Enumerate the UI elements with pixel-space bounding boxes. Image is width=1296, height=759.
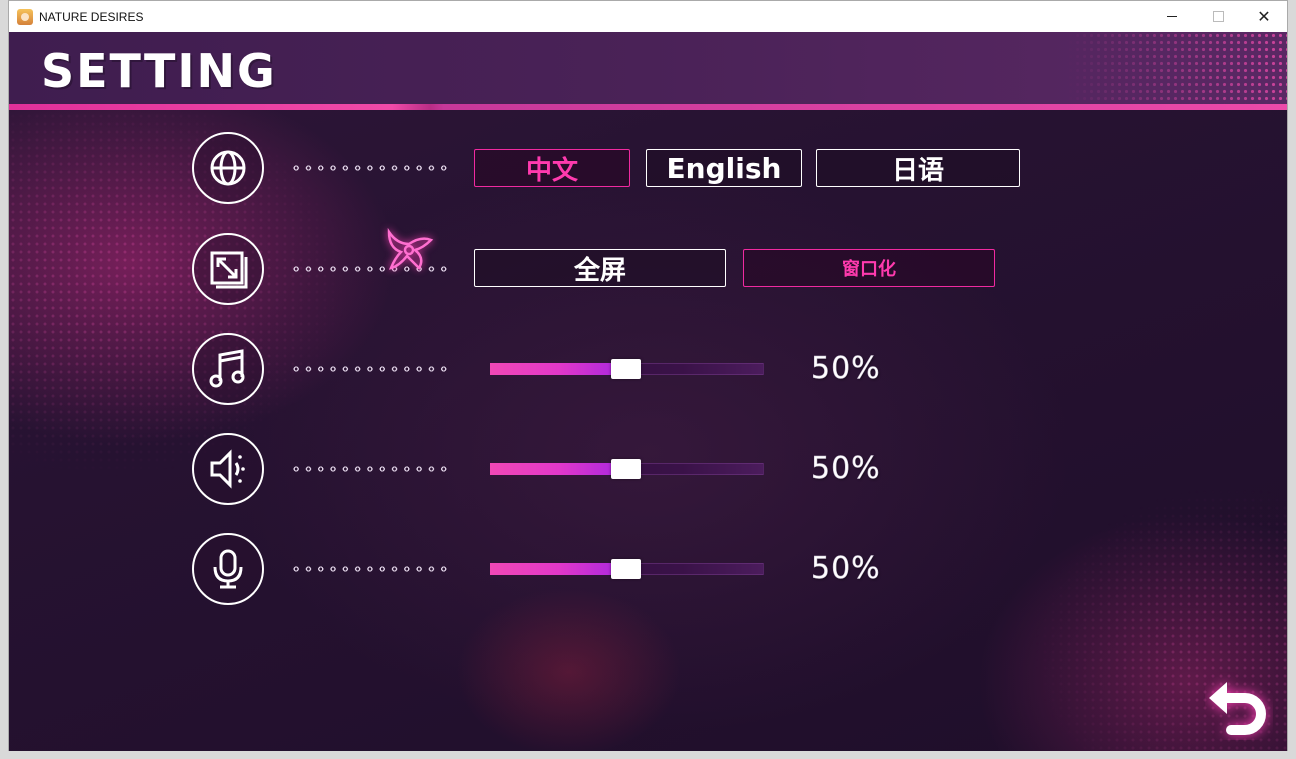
slider-fill: [490, 363, 627, 375]
slider-thumb[interactable]: [611, 459, 641, 479]
music-volume-slider[interactable]: [490, 359, 764, 379]
music-volume-label: 50%: [811, 351, 881, 387]
dotted-separator: [290, 466, 450, 472]
voice-volume-value: 50%: [811, 551, 881, 587]
language-chinese-button[interactable]: 中文: [474, 149, 630, 187]
app-window: NATURE DESIRES ✕ SETTING 中文 English 日语 全…: [8, 0, 1288, 751]
music-volume-value: 50%: [811, 351, 881, 387]
sound-volume-slider[interactable]: [490, 459, 764, 479]
dotted-separator: [290, 366, 450, 372]
fullscreen-button[interactable]: 全屏: [474, 249, 726, 287]
speaker-icon: [192, 433, 264, 505]
dotted-separator: [290, 566, 450, 572]
slider-fill: [490, 463, 627, 475]
header-bar: SETTING: [9, 32, 1287, 104]
header-divider: [9, 104, 1287, 110]
minimize-button[interactable]: [1149, 1, 1195, 32]
language-english-button[interactable]: English: [646, 149, 802, 187]
voice-volume-label: 50%: [811, 551, 881, 587]
back-arrow-icon[interactable]: [1205, 672, 1273, 740]
sound-volume-value: 50%: [811, 451, 881, 487]
slider-thumb[interactable]: [611, 559, 641, 579]
globe-icon: [192, 132, 264, 204]
settings-screen: SETTING 中文 English 日语 全屏 窗口化 50% 50% 50%: [9, 32, 1287, 751]
resize-icon: [192, 233, 264, 305]
window-title: NATURE DESIRES: [39, 9, 144, 24]
maximize-button[interactable]: [1195, 1, 1241, 32]
dotted-separator: [290, 165, 450, 171]
ornament-flower-icon: [387, 227, 434, 271]
close-icon: ✕: [1257, 6, 1271, 26]
windowed-button[interactable]: 窗口化: [743, 249, 995, 287]
window-controls: ✕: [1149, 1, 1287, 32]
voice-volume-slider[interactable]: [490, 559, 764, 579]
microphone-icon: [192, 533, 264, 605]
close-button[interactable]: ✕: [1241, 1, 1287, 32]
music-note-icon: [192, 333, 264, 405]
slider-thumb[interactable]: [611, 359, 641, 379]
app-icon: [17, 8, 33, 25]
sound-volume-label: 50%: [811, 451, 881, 487]
title-bar: NATURE DESIRES ✕: [9, 1, 1287, 32]
language-japanese-button[interactable]: 日语: [816, 149, 1020, 187]
page-title: SETTING: [41, 44, 277, 98]
slider-fill: [490, 563, 627, 575]
